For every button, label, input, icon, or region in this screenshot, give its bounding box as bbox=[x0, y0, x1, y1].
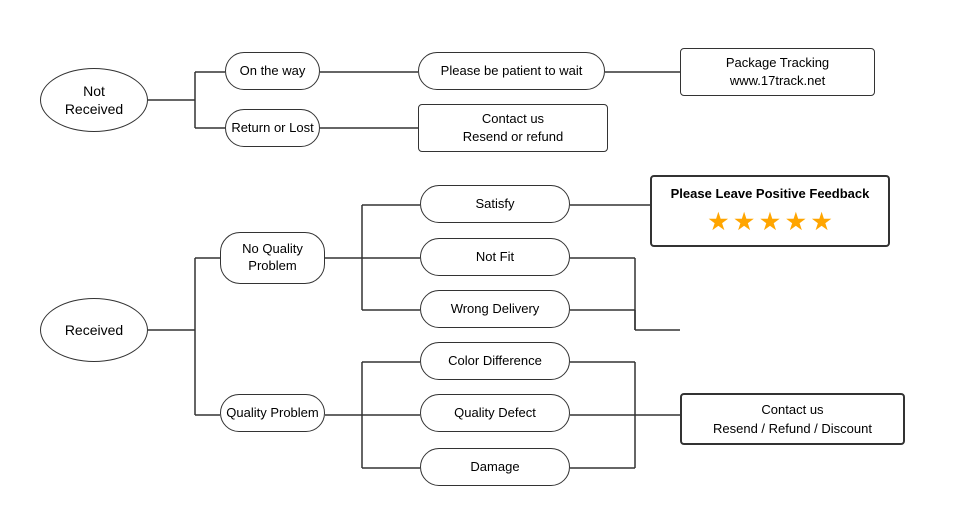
damage-label: Damage bbox=[470, 459, 519, 476]
package-tracking-node: Package Tracking www.17track.net bbox=[680, 48, 875, 96]
not-received-label: Not Received bbox=[65, 82, 123, 118]
no-quality-problem-node: No Quality Problem bbox=[220, 232, 325, 284]
color-difference-node: Color Difference bbox=[420, 342, 570, 380]
stars: ★ ★ ★ ★ ★ bbox=[708, 207, 831, 238]
quality-defect-node: Quality Defect bbox=[420, 394, 570, 432]
quality-defect-label: Quality Defect bbox=[454, 405, 536, 422]
return-lost-label: Return or Lost bbox=[231, 120, 313, 137]
received-label: Received bbox=[65, 321, 123, 339]
quality-problem-node: Quality Problem bbox=[220, 394, 325, 432]
patient-label: Please be patient to wait bbox=[441, 63, 583, 80]
diagram: Not Received On the way Please be patien… bbox=[0, 0, 960, 513]
wrong-delivery-label: Wrong Delivery bbox=[451, 301, 540, 318]
package-tracking-label: Package Tracking www.17track.net bbox=[726, 54, 829, 90]
not-fit-label: Not Fit bbox=[476, 249, 514, 266]
received-node: Received bbox=[40, 298, 148, 362]
on-the-way-node: On the way bbox=[225, 52, 320, 90]
color-difference-label: Color Difference bbox=[448, 353, 542, 370]
not-received-node: Not Received bbox=[40, 68, 148, 132]
positive-feedback-label: Please Leave Positive Feedback bbox=[671, 185, 870, 203]
positive-feedback-box: Please Leave Positive Feedback ★ ★ ★ ★ ★ bbox=[650, 175, 890, 247]
not-fit-node: Not Fit bbox=[420, 238, 570, 276]
contact-resend-refund-discount-box: Contact us Resend / Refund / Discount bbox=[680, 393, 905, 445]
damage-node: Damage bbox=[420, 448, 570, 486]
satisfy-node: Satisfy bbox=[420, 185, 570, 223]
no-quality-problem-label: No Quality Problem bbox=[242, 241, 303, 275]
patient-node: Please be patient to wait bbox=[418, 52, 605, 90]
contact-resend-refund-node: Contact us Resend or refund bbox=[418, 104, 608, 152]
contact-resend-refund-label: Contact us Resend or refund bbox=[463, 110, 563, 146]
on-the-way-label: On the way bbox=[240, 63, 306, 80]
quality-problem-label: Quality Problem bbox=[226, 405, 318, 422]
return-lost-node: Return or Lost bbox=[225, 109, 320, 147]
contact-resend-refund-discount-label: Contact us Resend / Refund / Discount bbox=[713, 400, 872, 439]
wrong-delivery-node: Wrong Delivery bbox=[420, 290, 570, 328]
satisfy-label: Satisfy bbox=[475, 196, 514, 213]
